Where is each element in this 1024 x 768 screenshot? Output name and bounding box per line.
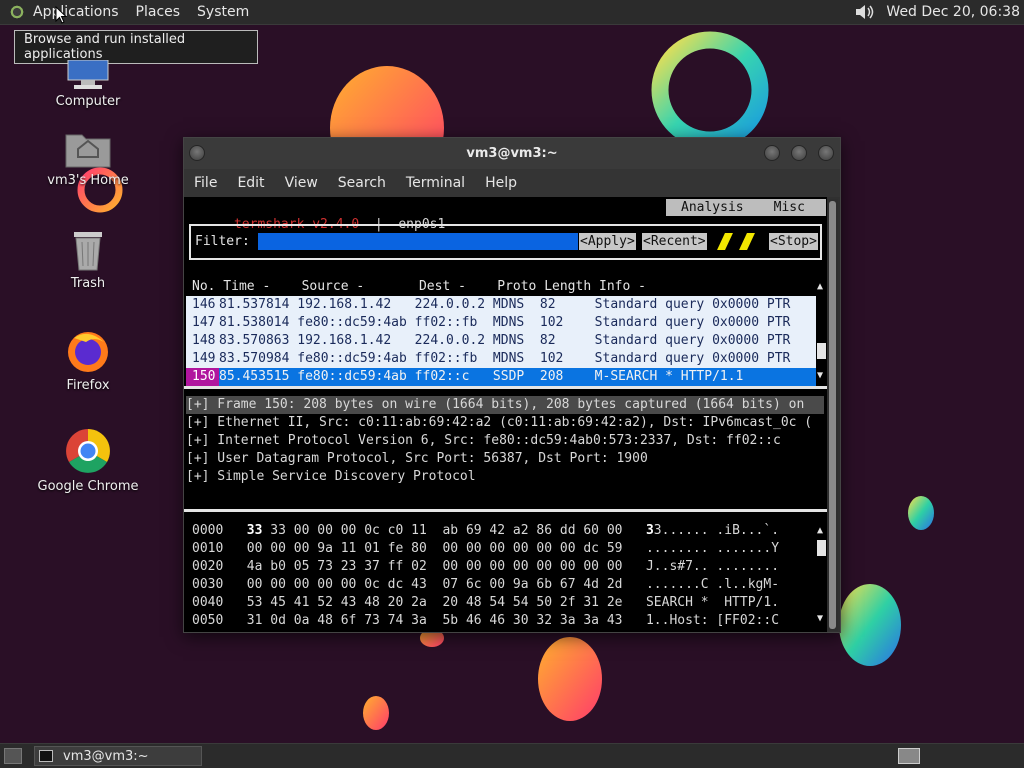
menu-places[interactable]: Places xyxy=(136,4,181,20)
scroll-up-arrow-icon[interactable]: ▲ xyxy=(817,281,826,292)
home-folder-icon xyxy=(64,129,112,169)
detail-row[interactable]: [+] Ethernet II, Src: c0:11:ab:69:42:a2 … xyxy=(186,414,824,432)
detail-row[interactable]: [+] Internet Protocol Version 6, Src: fe… xyxy=(186,432,824,450)
panel-clock[interactable]: Wed Dec 20, 06:38 xyxy=(886,4,1020,20)
distro-logo-icon[interactable] xyxy=(9,4,25,20)
menu-view[interactable]: View xyxy=(285,175,318,191)
close-button[interactable] xyxy=(818,145,834,161)
show-desktop-icon[interactable] xyxy=(4,748,22,764)
menu-help[interactable]: Help xyxy=(485,175,517,191)
mouse-cursor-icon xyxy=(55,6,67,24)
trash-icon xyxy=(64,230,112,272)
stop-button[interactable]: <Stop> xyxy=(769,233,818,250)
hex-row[interactable]: 0050 31 0d 0a 48 6f 73 74 3a 5b 46 46 30… xyxy=(192,612,779,630)
filter-label: Filter: xyxy=(195,234,250,249)
menu-system[interactable]: System xyxy=(197,4,249,20)
desktop-icon-computer[interactable]: Computer xyxy=(18,59,158,109)
hex-row[interactable]: 0010 00 00 00 9a 11 01 fe 80 00 00 00 00… xyxy=(192,540,779,558)
desktop-icon-chrome[interactable]: Google Chrome xyxy=(18,427,158,494)
packet-row[interactable]: 149 83.570984 fe80::dc59:4ab ff02::fb MDN… xyxy=(186,350,816,368)
terminal-scrollbar[interactable] xyxy=(827,199,838,631)
scroll-down-arrow-icon[interactable]: ▼ xyxy=(817,370,826,381)
menu-file[interactable]: File xyxy=(194,175,217,191)
terminal-icon xyxy=(39,750,53,762)
minimize-button[interactable] xyxy=(791,145,807,161)
decor-bottom-ball xyxy=(538,637,602,721)
terminal-content[interactable]: termshark v2.4.0 | enp0s1 Analysis Misc … xyxy=(184,197,827,632)
window-menu-button[interactable] xyxy=(189,145,205,161)
menu-terminal[interactable]: Terminal xyxy=(406,175,465,191)
volume-icon[interactable] xyxy=(854,4,876,20)
menu-edit[interactable]: Edit xyxy=(237,175,264,191)
packet-list-header[interactable]: No. Time - Source - Dest - Proto Length … xyxy=(192,278,646,296)
hex-row[interactable]: 0030 00 00 00 00 00 0c dc 43 07 6c 00 9a… xyxy=(192,576,779,594)
shade-button[interactable] xyxy=(764,145,780,161)
decor-blue-ball xyxy=(839,584,901,666)
firefox-icon xyxy=(64,326,112,374)
menu-applications[interactable]: Applications xyxy=(33,4,119,20)
termshark-tabs: Analysis Misc xyxy=(666,199,826,216)
top-panel: Applications Places System Wed Dec 20, 0… xyxy=(0,0,1024,25)
window-titlebar[interactable]: vm3@vm3:~ xyxy=(184,138,840,169)
bottom-panel: vm3@vm3:~ xyxy=(0,743,1024,768)
taskbar-terminal-button[interactable]: vm3@vm3:~ xyxy=(34,746,202,766)
workspace-switcher[interactable] xyxy=(898,748,920,764)
hex-scroll-down-icon[interactable]: ▼ xyxy=(817,613,826,624)
desktop-icon-trash[interactable]: Trash xyxy=(18,230,158,291)
apply-button[interactable]: <Apply> xyxy=(579,233,636,250)
hex-scroll-up-icon[interactable]: ▲ xyxy=(817,525,826,536)
hex-scrollbar[interactable] xyxy=(817,540,826,556)
filter-input[interactable] xyxy=(258,233,578,250)
tab-misc[interactable]: Misc xyxy=(774,200,805,215)
pane-divider[interactable] xyxy=(184,386,827,389)
packet-row[interactable]: 148 83.570863 192.168.1.42 224.0.0.2 MDNS… xyxy=(186,332,816,350)
tab-analysis[interactable]: Analysis xyxy=(681,200,744,215)
filter-bar: Filter: <Apply> <Recent> <Stop> xyxy=(189,224,822,260)
packet-row[interactable]: 147 81.538014 fe80::dc59:4ab ff02::fb MDN… xyxy=(186,314,816,332)
desktop-icon-home[interactable]: vm3's Home xyxy=(18,129,158,188)
hex-row[interactable]: 0000 33 33 00 00 00 0c c0 11 ab 69 42 a2… xyxy=(192,522,779,540)
menu-search[interactable]: Search xyxy=(338,175,386,191)
packet-list-scrollbar[interactable] xyxy=(817,343,826,359)
window-title: vm3@vm3:~ xyxy=(466,146,558,161)
pane-divider[interactable] xyxy=(184,509,827,512)
packet-row-selected[interactable]: 150 85.453515 fe80::dc59:4ab ff02::c SSDP… xyxy=(186,368,816,386)
applications-tooltip: Browse and run installed applications xyxy=(14,30,258,64)
progress-stripe xyxy=(717,233,733,250)
chrome-icon xyxy=(64,427,112,475)
progress-stripe xyxy=(739,233,755,250)
recent-button[interactable]: <Recent> xyxy=(642,233,707,250)
hex-row[interactable]: 0020 4a b0 05 73 23 37 ff 02 00 00 00 00… xyxy=(192,558,779,576)
terminal-menubar: File Edit View Search Terminal Help xyxy=(184,169,840,197)
terminal-window[interactable]: vm3@vm3:~ File Edit View Search Terminal… xyxy=(183,137,841,633)
computer-icon xyxy=(64,59,112,90)
detail-row[interactable]: [+] Simple Service Discovery Protocol xyxy=(186,468,824,486)
detail-row[interactable]: [+] User Datagram Protocol, Src Port: 56… xyxy=(186,450,824,468)
hex-row[interactable]: 0040 53 45 41 52 43 48 20 2a 20 48 54 54… xyxy=(192,594,779,612)
detail-row[interactable]: [+] Frame 150: 208 bytes on wire (1664 b… xyxy=(186,396,824,414)
scrollbar-thumb[interactable] xyxy=(829,201,836,629)
desktop-icon-firefox[interactable]: Firefox xyxy=(18,326,158,393)
termshark-header: termshark v2.4.0 | enp0s1 xyxy=(233,217,446,232)
packet-row[interactable]: 146 81.537814 192.168.1.42 224.0.0.2 MDNS… xyxy=(186,296,816,314)
